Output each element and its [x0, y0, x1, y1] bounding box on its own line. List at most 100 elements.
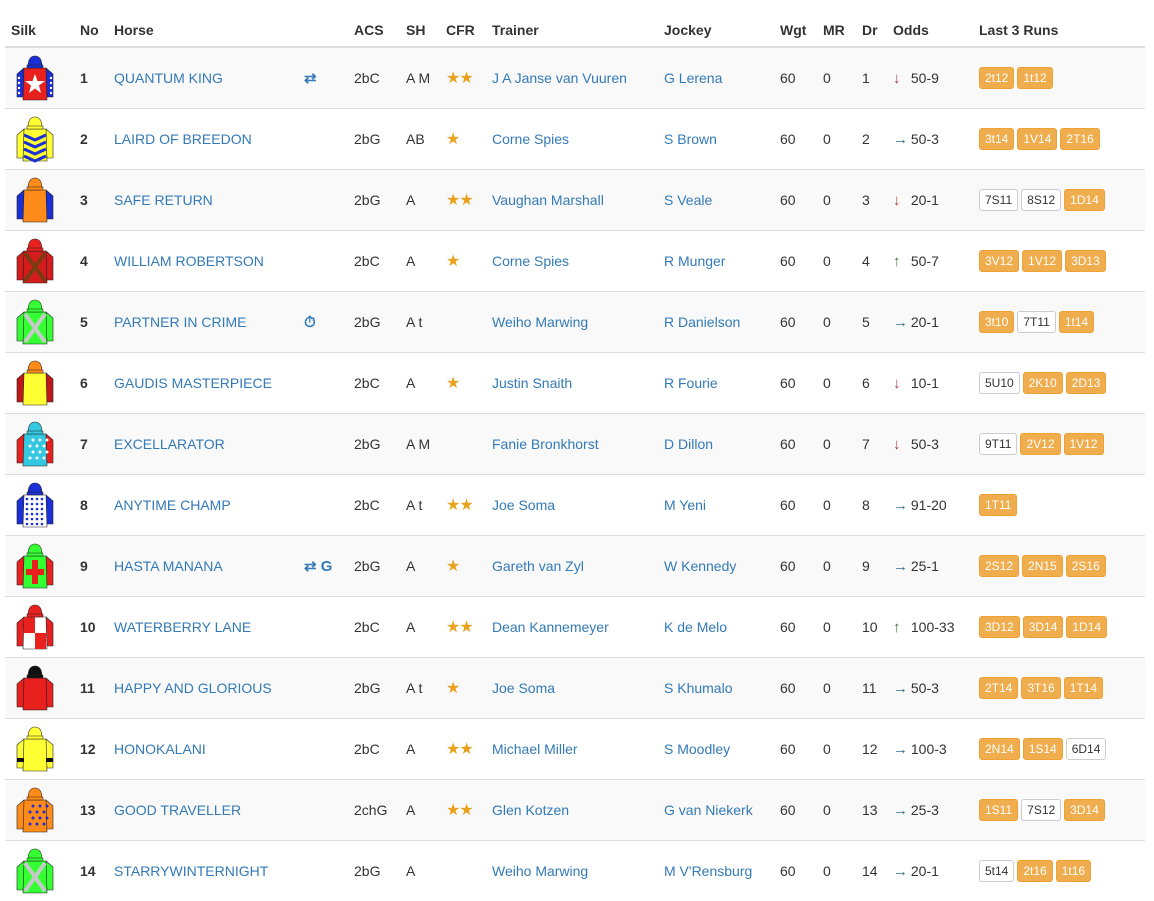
trainer-link[interactable]: Vaughan Marshall — [492, 192, 604, 208]
horse-name-link[interactable]: HAPPY AND GLORIOUS — [114, 680, 272, 696]
run-badge[interactable]: 7S11 — [979, 189, 1018, 211]
trainer-link[interactable]: Glen Kotzen — [492, 802, 569, 818]
trainer-link[interactable]: Corne Spies — [492, 131, 569, 147]
table-row[interactable]: 7EXCELLARATOR2bGA MFanie BronkhorstD Dil… — [5, 414, 1145, 475]
column-header-jockey[interactable]: Jockey — [658, 14, 774, 47]
table-row[interactable]: 5PARTNER IN CRIME⏱2bGA tWeiho MarwingR D… — [5, 292, 1145, 353]
run-badge[interactable]: 5t14 — [979, 860, 1014, 882]
table-row[interactable]: 3SAFE RETURN2bGA★★Vaughan MarshallS Veal… — [5, 170, 1145, 231]
run-badge[interactable]: 2D13 — [1066, 372, 1107, 394]
jockey-link[interactable]: S Brown — [664, 131, 717, 147]
jockey-link[interactable]: M Yeni — [664, 497, 706, 513]
column-header-cfr[interactable]: CFR — [440, 14, 486, 47]
run-badge[interactable]: 1t14 — [1059, 311, 1094, 333]
table-row[interactable]: 2LAIRD OF BREEDON2bGAB★Corne SpiesS Brow… — [5, 109, 1145, 170]
table-row[interactable]: 8ANYTIME CHAMP2bCA t★★Joe SomaM Yeni6008… — [5, 475, 1145, 536]
column-header-wgt[interactable]: Wgt — [774, 14, 817, 47]
column-header-mr[interactable]: MR — [817, 14, 856, 47]
table-row[interactable]: 13GOOD TRAVELLER2chGA★★Glen KotzenG van … — [5, 780, 1145, 841]
column-header-sh[interactable]: SH — [400, 14, 440, 47]
horse-name-link[interactable]: PARTNER IN CRIME — [114, 314, 247, 330]
run-badge[interactable]: 5U10 — [979, 372, 1020, 394]
run-badge[interactable]: 3T16 — [1021, 677, 1060, 699]
column-header-trainer[interactable]: Trainer — [486, 14, 658, 47]
run-badge[interactable]: 2S16 — [1066, 555, 1106, 577]
horse-name-link[interactable]: ANYTIME CHAMP — [114, 497, 231, 513]
run-badge[interactable]: 2N15 — [1022, 555, 1063, 577]
horse-name-link[interactable]: GAUDIS MASTERPIECE — [114, 375, 272, 391]
horse-name-link[interactable]: LAIRD OF BREEDON — [114, 131, 252, 147]
column-header-horse[interactable]: Horse — [108, 14, 298, 47]
run-badge[interactable]: 1D14 — [1064, 189, 1105, 211]
run-badge[interactable]: 1T14 — [1064, 677, 1103, 699]
jockey-link[interactable]: M V'Rensburg — [664, 863, 752, 879]
horse-name-link[interactable]: GOOD TRAVELLER — [114, 802, 241, 818]
trainer-link[interactable]: Joe Soma — [492, 680, 555, 696]
run-badge[interactable]: 8S12 — [1021, 189, 1061, 211]
table-row[interactable]: 6GAUDIS MASTERPIECE2bCA★Justin SnaithR F… — [5, 353, 1145, 414]
run-badge[interactable]: 3V12 — [979, 250, 1019, 272]
trainer-link[interactable]: Justin Snaith — [492, 375, 572, 391]
jockey-link[interactable]: S Moodley — [664, 741, 730, 757]
run-badge[interactable]: 1S14 — [1023, 738, 1063, 760]
trainer-link[interactable]: Weiho Marwing — [492, 314, 588, 330]
trainer-link[interactable]: Dean Kannemeyer — [492, 619, 609, 635]
trainer-link[interactable]: Corne Spies — [492, 253, 569, 269]
trainer-link[interactable]: Joe Soma — [492, 497, 555, 513]
column-header-no[interactable]: No — [74, 14, 108, 47]
column-header-odds[interactable]: Odds — [887, 14, 973, 47]
run-badge[interactable]: 3t14 — [979, 128, 1014, 150]
horse-name-link[interactable]: SAFE RETURN — [114, 192, 213, 208]
jockey-link[interactable]: S Veale — [664, 192, 712, 208]
run-badge[interactable]: 1S11 — [979, 799, 1018, 821]
run-badge[interactable]: 2V12 — [1020, 433, 1060, 455]
horse-name-link[interactable]: WILLIAM ROBERTSON — [114, 253, 264, 269]
column-header-flags[interactable] — [298, 14, 348, 47]
run-badge[interactable]: 2t12 — [979, 67, 1014, 89]
run-badge[interactable]: 3D14 — [1064, 799, 1105, 821]
trainer-link[interactable]: Gareth van Zyl — [492, 558, 584, 574]
horse-name-link[interactable]: STARRYWINTERNIGHT — [114, 863, 268, 879]
horse-name-link[interactable]: HONOKALANI — [114, 741, 206, 757]
table-row[interactable]: 1QUANTUM KING⇄2bCA M★★J A Janse van Vuur… — [5, 47, 1145, 109]
column-header-silk[interactable]: Silk — [5, 14, 74, 47]
jockey-link[interactable]: G van Niekerk — [664, 802, 753, 818]
run-badge[interactable]: 1V12 — [1064, 433, 1104, 455]
jockey-link[interactable]: S Khumalo — [664, 680, 732, 696]
run-badge[interactable]: 1t16 — [1056, 860, 1091, 882]
column-header-acs[interactable]: ACS — [348, 14, 400, 47]
table-row[interactable]: 9HASTA MANANA⇄ G2bGA★Gareth van ZylW Ken… — [5, 536, 1145, 597]
run-badge[interactable]: 2t16 — [1017, 860, 1052, 882]
column-header-last-runs[interactable]: Last 3 Runs — [973, 14, 1145, 47]
table-row[interactable]: 14STARRYWINTERNIGHT2bGAWeiho MarwingM V'… — [5, 841, 1145, 901]
horse-name-link[interactable]: EXCELLARATOR — [114, 436, 225, 452]
run-badge[interactable]: 1T11 — [979, 494, 1017, 516]
table-row[interactable]: 10WATERBERRY LANE2bCA★★Dean KannemeyerK … — [5, 597, 1145, 658]
run-badge[interactable]: 7T11 — [1017, 311, 1055, 333]
run-badge[interactable]: 9T11 — [979, 433, 1017, 455]
jockey-link[interactable]: R Danielson — [664, 314, 740, 330]
jockey-link[interactable]: R Fourie — [664, 375, 718, 391]
run-badge[interactable]: 2T16 — [1060, 128, 1099, 150]
run-badge[interactable]: 3D13 — [1065, 250, 1106, 272]
trainer-link[interactable]: Weiho Marwing — [492, 863, 588, 879]
run-badge[interactable]: 2N14 — [979, 738, 1020, 760]
run-badge[interactable]: 2K10 — [1023, 372, 1063, 394]
run-badge[interactable]: 3D14 — [1023, 616, 1064, 638]
jockey-link[interactable]: G Lerena — [664, 70, 722, 86]
run-badge[interactable]: 7S12 — [1021, 799, 1061, 821]
jockey-link[interactable]: K de Melo — [664, 619, 727, 635]
run-badge[interactable]: 1D14 — [1066, 616, 1107, 638]
horse-name-link[interactable]: WATERBERRY LANE — [114, 619, 251, 635]
horse-name-link[interactable]: QUANTUM KING — [114, 70, 223, 86]
run-badge[interactable]: 2T14 — [979, 677, 1018, 699]
jockey-link[interactable]: D Dillon — [664, 436, 713, 452]
run-badge[interactable]: 1t12 — [1017, 67, 1052, 89]
table-row[interactable]: 4WILLIAM ROBERTSON2bCA★Corne SpiesR Mung… — [5, 231, 1145, 292]
run-badge[interactable]: 6D14 — [1066, 738, 1107, 760]
run-badge[interactable]: 2S12 — [979, 555, 1019, 577]
run-badge[interactable]: 1V14 — [1017, 128, 1057, 150]
trainer-link[interactable]: Michael Miller — [492, 741, 578, 757]
jockey-link[interactable]: R Munger — [664, 253, 725, 269]
trainer-link[interactable]: J A Janse van Vuuren — [492, 70, 627, 86]
